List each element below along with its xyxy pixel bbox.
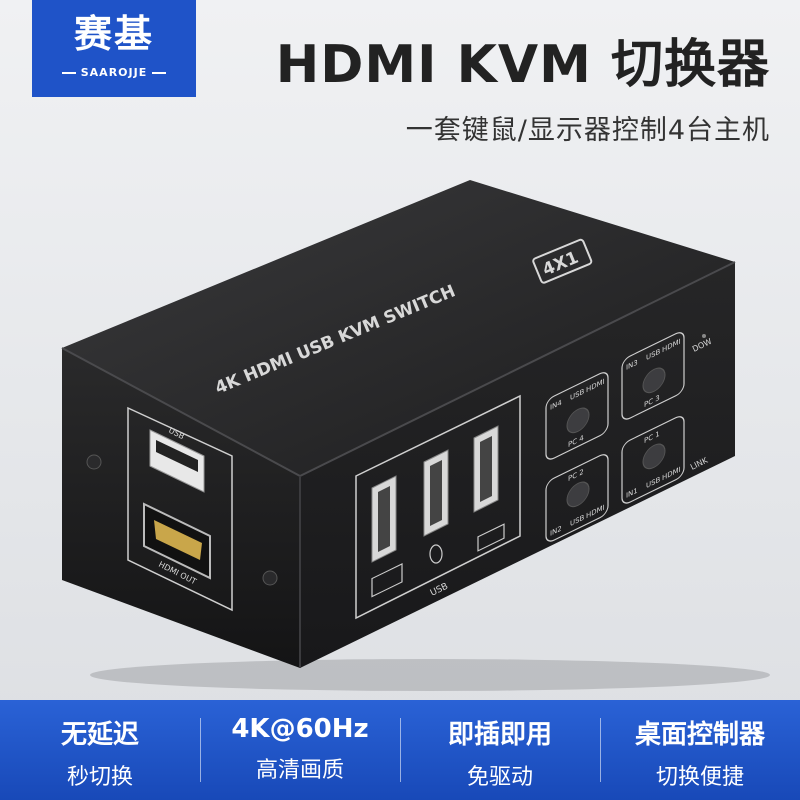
- feature-subtitle: 秒切换: [66, 765, 133, 790]
- usb-port-mouse[interactable]: [423, 449, 449, 537]
- dow-indicator-led: [702, 334, 706, 338]
- feature-title: 无延迟: [60, 720, 139, 750]
- feature-bar: 无延迟 秒切换 4K@60Hz 高清画质 即插即用 免驱动 桌面控制器 切换便捷: [0, 700, 800, 800]
- feature-item: 桌面控制器 切换便捷: [600, 700, 800, 800]
- feature-title: 桌面控制器: [634, 720, 765, 750]
- feature-item: 4K@60Hz 高清画质: [200, 700, 400, 800]
- feature-title: 4K@60Hz: [231, 714, 369, 744]
- feature-item: 无延迟 秒切换: [0, 700, 200, 800]
- usb-port-printer[interactable]: [473, 425, 499, 513]
- feature-subtitle: 高清画质: [255, 758, 344, 783]
- feature-subtitle: 切换便捷: [655, 765, 744, 790]
- right-screw-left-side: [262, 570, 278, 586]
- kvm-switch-product-image: 4K HDMI USB KVM SWITCH 4X1 USB HDMI OUT: [61, 180, 770, 691]
- device-shadow: [90, 659, 770, 691]
- feature-subtitle: 免驱动: [466, 765, 533, 790]
- feature-title: 即插即用: [447, 720, 552, 750]
- left-screw: [86, 454, 102, 470]
- feature-item: 即插即用 免驱动: [400, 700, 600, 800]
- usb-port-keyboard[interactable]: [371, 475, 397, 563]
